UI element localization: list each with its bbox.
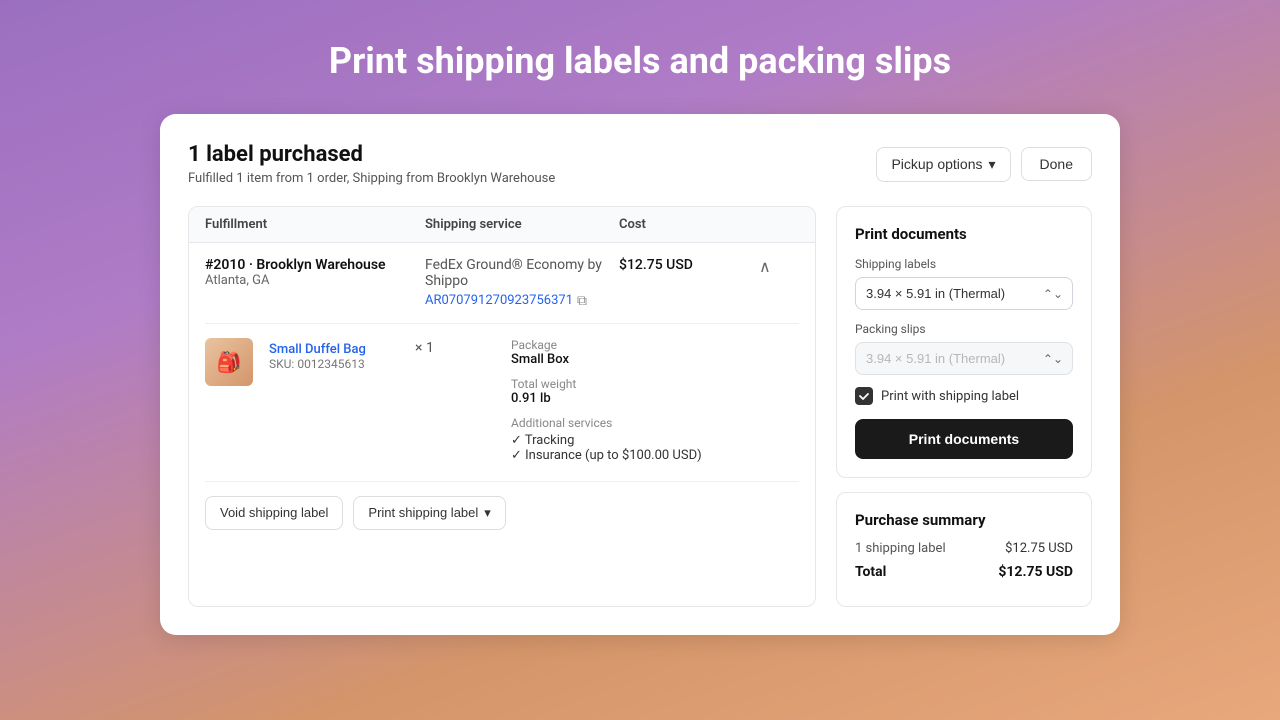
purchase-summary-card: Purchase summary 1 shipping label $12.75… — [836, 492, 1092, 607]
item-name-link[interactable]: Small Duffel Bag — [269, 342, 366, 357]
shipping-labels-section: Shipping labels 3.94 × 5.91 in (Thermal)… — [855, 257, 1073, 310]
additional-label: Additional services — [511, 416, 799, 430]
pickup-options-button[interactable]: Pickup options ▾ — [876, 147, 1010, 182]
summary-total-row: Total $12.75 USD — [855, 564, 1073, 580]
shipping-label-text: 1 shipping label — [855, 541, 946, 556]
pickup-options-label: Pickup options — [891, 156, 982, 172]
item-qty: × 1 — [415, 338, 495, 463]
tracking-link[interactable]: AR070791270923756371 ⧉ — [425, 293, 587, 309]
subtitle: Fulfilled 1 item from 1 order, Shipping … — [188, 171, 555, 186]
content-area: Fulfillment Shipping service Cost #2010 … — [188, 206, 1092, 607]
chevron-down-icon: ▾ — [989, 156, 996, 173]
col-fulfillment: Fulfillment — [205, 217, 425, 232]
shipping-labels-label: Shipping labels — [855, 257, 1073, 271]
packing-slips-select-wrapper: 3.94 × 5.91 in (Thermal) ⌃⌄ — [855, 342, 1073, 375]
copy-icon: ⧉ — [577, 293, 587, 309]
right-panel: Print documents Shipping labels 3.94 × 5… — [836, 206, 1092, 607]
total-value: $12.75 USD — [998, 564, 1073, 580]
packing-slips-section: Packing slips 3.94 × 5.91 in (Thermal) ⌃… — [855, 322, 1073, 375]
print-with-label-row: Print with shipping label — [855, 387, 1073, 405]
col-shipping-service: Shipping service — [425, 217, 619, 232]
checkmark-icon — [858, 390, 870, 402]
col-cost: Cost — [619, 217, 759, 232]
shipping-labels-select-wrapper: 3.94 × 5.91 in (Thermal) ⌃⌄ — [855, 277, 1073, 310]
package-label: Package — [511, 338, 799, 352]
item-details: Small Duffel Bag SKU: 0012345613 — [269, 338, 399, 463]
fulfillment-row-header: #2010 · Brooklyn Warehouse Atlanta, GA F… — [205, 257, 799, 309]
location: Atlanta, GA — [205, 273, 425, 288]
print-shipping-label-button[interactable]: Print shipping label ▾ — [353, 496, 505, 530]
item-package-info: Package Small Box Total weight 0.91 lb A… — [511, 338, 799, 463]
summary-shipping-row: 1 shipping label $12.75 USD — [855, 541, 1073, 556]
service-tracking: ✓ Tracking — [511, 433, 799, 448]
total-label: Total — [855, 564, 886, 580]
table-header: Fulfillment Shipping service Cost — [189, 207, 815, 243]
carrier: FedEx Ground® Economy by Shippo — [425, 257, 619, 289]
done-button[interactable]: Done — [1021, 147, 1092, 181]
action-buttons: Void shipping label Print shipping label… — [205, 481, 799, 544]
package-section: Package Small Box — [511, 338, 799, 367]
weight-value: 0.91 lb — [511, 391, 799, 406]
label-count: 1 label purchased — [188, 142, 555, 167]
shipping-label-cost: $12.75 USD — [1005, 541, 1073, 556]
shipping-service-info: FedEx Ground® Economy by Shippo AR070791… — [425, 257, 619, 309]
page-title: Print shipping labels and packing slips — [329, 40, 951, 82]
cost-value: $12.75 USD — [619, 257, 759, 273]
fulfillment-table: Fulfillment Shipping service Cost #2010 … — [188, 206, 816, 607]
card-header: 1 label purchased Fulfilled 1 item from … — [188, 142, 1092, 186]
main-card: 1 label purchased Fulfilled 1 item from … — [160, 114, 1120, 635]
print-with-label-checkbox[interactable] — [855, 387, 873, 405]
fulfillment-info: #2010 · Brooklyn Warehouse Atlanta, GA — [205, 257, 425, 288]
weight-section: Total weight 0.91 lb — [511, 377, 799, 406]
purchase-summary-title: Purchase summary — [855, 511, 1073, 529]
print-documents-card: Print documents Shipping labels 3.94 × 5… — [836, 206, 1092, 478]
col-expand — [759, 217, 799, 232]
weight-label: Total weight — [511, 377, 799, 391]
warehouse-name: #2010 · Brooklyn Warehouse — [205, 257, 425, 273]
print-with-label-text: Print with shipping label — [881, 389, 1019, 404]
item-sku: SKU: 0012345613 — [269, 357, 399, 371]
card-header-left: 1 label purchased Fulfilled 1 item from … — [188, 142, 555, 186]
card-header-right: Pickup options ▾ Done — [876, 147, 1092, 182]
print-documents-title: Print documents — [855, 225, 1073, 243]
service-insurance: ✓ Insurance (up to $100.00 USD) — [511, 448, 799, 463]
additional-services: Additional services ✓ Tracking ✓ Insuran… — [511, 416, 799, 463]
print-documents-button[interactable]: Print documents — [855, 419, 1073, 459]
collapse-icon[interactable]: ∧ — [759, 257, 799, 276]
packing-slips-select[interactable]: 3.94 × 5.91 in (Thermal) — [855, 342, 1073, 375]
item-image: 🎒 — [205, 338, 253, 386]
package-value: Small Box — [511, 352, 799, 367]
shipping-labels-select[interactable]: 3.94 × 5.91 in (Thermal) — [855, 277, 1073, 310]
chevron-down-icon-print: ▾ — [484, 505, 491, 521]
void-shipping-label-button[interactable]: Void shipping label — [205, 496, 343, 530]
item-row: 🎒 Small Duffel Bag SKU: 0012345613 × 1 P… — [205, 323, 799, 477]
packing-slips-label: Packing slips — [855, 322, 1073, 336]
fulfillment-row: #2010 · Brooklyn Warehouse Atlanta, GA F… — [189, 243, 815, 544]
